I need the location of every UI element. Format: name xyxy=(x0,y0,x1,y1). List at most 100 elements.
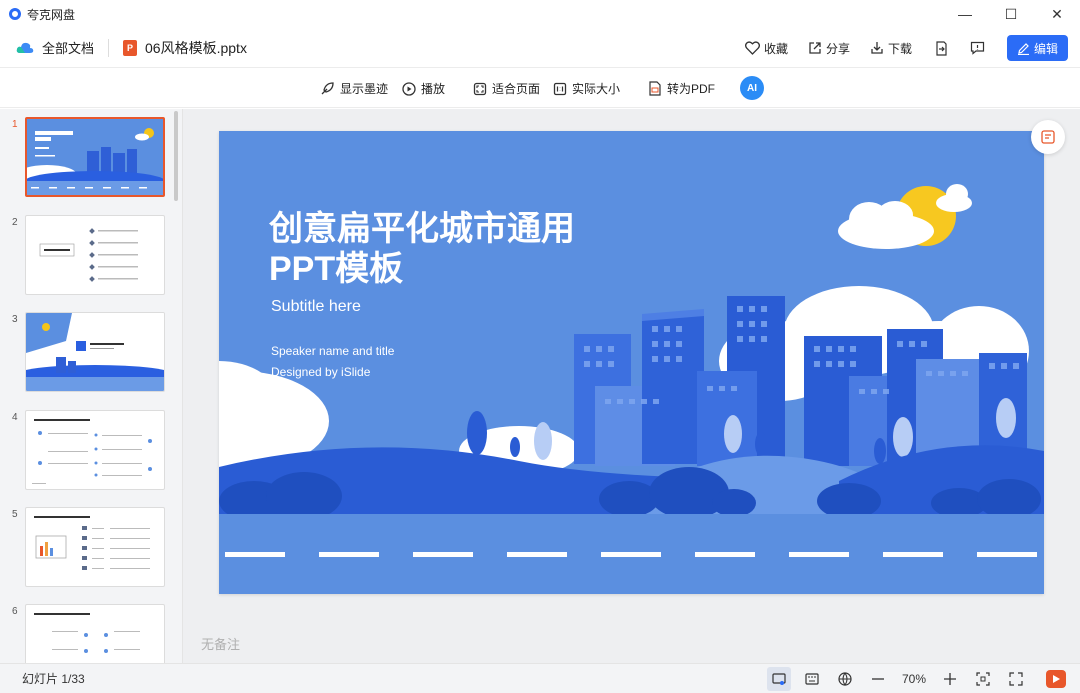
export-button[interactable] xyxy=(934,40,948,56)
notes-placeholder[interactable]: 无备注 xyxy=(201,634,240,653)
zoom-level[interactable]: 70% xyxy=(902,672,926,686)
thumbnail-image xyxy=(26,313,164,391)
convert-pdf-label: 转为PDF xyxy=(667,82,716,96)
ppt-file-icon: P xyxy=(123,39,138,56)
thumbnail-item[interactable]: 5 xyxy=(0,507,175,591)
thumbnail-item[interactable]: 3 xyxy=(0,312,175,396)
play-icon xyxy=(1053,675,1060,683)
thumbnail-image xyxy=(39,228,138,282)
note-icon xyxy=(1041,130,1055,144)
download-label: 下载 xyxy=(887,41,912,56)
divider xyxy=(108,38,110,57)
slide-counter: 幻灯片 1/33 xyxy=(22,672,85,686)
play-label: 播放 xyxy=(421,82,446,96)
thumbnail-item[interactable]: 4 xyxy=(0,410,175,494)
viewer-toolbar: 显示墨迹 播放 适合页面 实际大小 转为PDF AI xyxy=(0,68,1080,108)
slide-designed-by: Designed by iSlide xyxy=(271,365,371,379)
slide-view-icon xyxy=(772,672,786,685)
slide-thumbnail-panel: 1 2 3 4 5 6 xyxy=(0,109,183,663)
thumbnail-image xyxy=(34,516,150,570)
app-title: 夸克网盘 xyxy=(27,7,76,22)
cloud-icon xyxy=(16,42,34,53)
thumbnail-slide-1[interactable] xyxy=(25,117,165,197)
file-name: 06风格模板.pptx xyxy=(145,39,247,56)
play-circle-icon xyxy=(402,81,416,96)
thumbnail-item[interactable]: 6 xyxy=(0,604,175,663)
thumbnail-number: 5 xyxy=(12,509,18,520)
title-bar: 夸克网盘 — ☐ ✕ xyxy=(0,0,1080,28)
pencil-icon xyxy=(1017,42,1029,55)
globe-icon xyxy=(838,672,852,686)
fit-window-icon xyxy=(976,672,990,686)
fit-page-icon xyxy=(473,82,487,95)
thumbnail-slide-4[interactable] xyxy=(25,410,165,490)
thumbnail-item[interactable]: 1 xyxy=(0,117,175,201)
share-icon xyxy=(809,42,821,54)
zoom-out-button[interactable] xyxy=(866,667,890,691)
slide-title-line-2: PPT模板 xyxy=(269,250,404,288)
show-ink-label: 显示墨迹 xyxy=(340,82,389,96)
thumbnail-image xyxy=(34,613,140,653)
window-controls: — ☐ ✕ xyxy=(942,0,1080,28)
notes-view-button[interactable] xyxy=(800,667,824,691)
current-slide[interactable]: 创意扁平化城市通用 PPT模板 Subtitle here Speaker na… xyxy=(219,131,1044,594)
ai-assistant-button[interactable]: AI xyxy=(740,76,764,100)
minus-icon xyxy=(871,678,884,680)
slide-title-line-1: 创意扁平化城市通用 xyxy=(269,210,575,248)
feedback-icon xyxy=(970,41,985,55)
slide-canvas-area: 创意扁平化城市通用 PPT模板 Subtitle here Speaker na… xyxy=(183,109,1080,663)
thumbnail-item[interactable]: 2 xyxy=(0,215,175,299)
language-button[interactable] xyxy=(833,667,857,691)
thumbnail-number: 4 xyxy=(12,412,18,423)
all-docs-link[interactable]: 全部文档 xyxy=(16,38,94,57)
thumbnail-slide-3[interactable] xyxy=(25,312,165,392)
show-ink-button[interactable]: 显示墨迹 xyxy=(320,80,388,97)
document-header: 全部文档 P 06风格模板.pptx 收藏 分享 下载 编辑 xyxy=(0,28,1080,68)
thumbnail-slide-5[interactable] xyxy=(25,507,165,587)
thumbnail-slide-6[interactable] xyxy=(25,604,165,663)
minimize-button[interactable]: — xyxy=(942,0,988,28)
download-button[interactable]: 下载 xyxy=(870,40,912,57)
pdf-icon xyxy=(649,81,661,96)
keyboard-icon xyxy=(805,673,819,685)
maximize-button[interactable]: ☐ xyxy=(988,0,1034,28)
thumbnail-slide-2[interactable] xyxy=(25,215,165,295)
status-bar: 幻灯片 1/33 70% xyxy=(0,663,1080,693)
actual-size-label: 实际大小 xyxy=(572,82,621,96)
slide-subtitle: Subtitle here xyxy=(271,298,361,315)
fullscreen-button[interactable] xyxy=(1004,667,1028,691)
share-label: 分享 xyxy=(825,41,850,56)
play-button[interactable]: 播放 xyxy=(402,80,445,97)
share-button[interactable]: 分享 xyxy=(808,40,850,57)
thumbnail-number: 1 xyxy=(12,119,18,130)
notes-toggle-button[interactable] xyxy=(1031,120,1065,154)
normal-view-button[interactable] xyxy=(766,667,791,691)
actual-size-icon xyxy=(553,82,567,95)
slide-speaker: Speaker name and title xyxy=(271,344,395,358)
thumbnail-number: 3 xyxy=(12,314,18,325)
status-controls: 70% xyxy=(758,664,1080,693)
slideshow-button[interactable] xyxy=(1046,670,1066,688)
fit-page-button[interactable]: 适合页面 xyxy=(473,80,540,97)
zoom-in-button[interactable] xyxy=(938,667,962,691)
thumbnail-number: 2 xyxy=(12,217,18,228)
heart-icon xyxy=(744,41,760,55)
slide-illustration xyxy=(219,184,1044,594)
convert-pdf-button[interactable]: 转为PDF xyxy=(648,80,715,97)
actual-size-button[interactable]: 实际大小 xyxy=(553,80,620,97)
close-button[interactable]: ✕ xyxy=(1034,0,1080,28)
document-actions: 收藏 分享 下载 编辑 xyxy=(725,28,1068,68)
download-icon xyxy=(871,42,883,54)
app-logo-icon xyxy=(9,8,21,20)
favorite-button[interactable]: 收藏 xyxy=(744,40,788,57)
feedback-button[interactable] xyxy=(970,41,985,55)
favorite-label: 收藏 xyxy=(763,41,788,56)
feather-pen-icon xyxy=(321,82,334,95)
fullscreen-icon xyxy=(1009,672,1023,686)
thumbnail-image xyxy=(27,119,163,195)
edit-button[interactable]: 编辑 xyxy=(1007,35,1068,61)
plus-icon xyxy=(944,673,956,685)
fit-window-button[interactable] xyxy=(971,667,995,691)
thumbnail-number: 6 xyxy=(12,606,18,617)
thumbnail-image xyxy=(32,419,152,484)
